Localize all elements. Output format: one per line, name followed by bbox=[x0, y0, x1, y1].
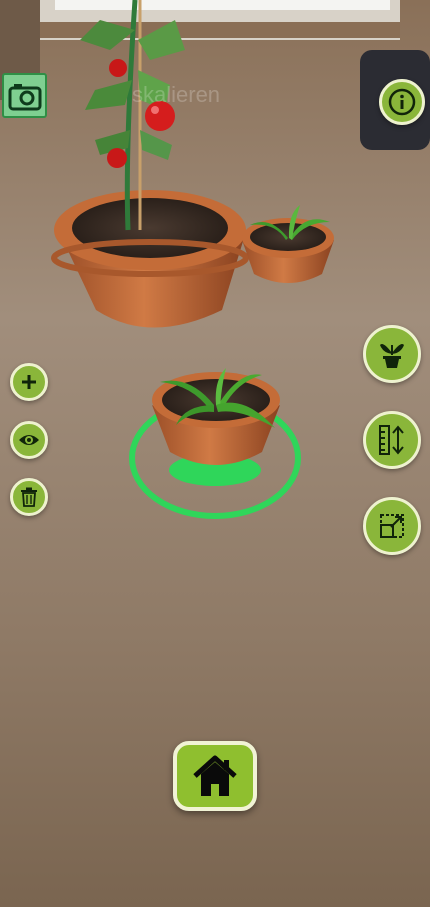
hint-text-faded: skalieren bbox=[132, 82, 221, 107]
trash-icon bbox=[21, 487, 37, 507]
scale-button[interactable] bbox=[363, 497, 421, 555]
height-ruler-icon bbox=[379, 425, 404, 455]
camera-button[interactable] bbox=[2, 73, 47, 118]
home-button[interactable] bbox=[173, 741, 257, 811]
delete-button[interactable] bbox=[10, 478, 48, 516]
potted-plant-icon bbox=[380, 344, 404, 368]
info-button[interactable] bbox=[379, 79, 425, 125]
add-button[interactable] bbox=[10, 363, 48, 401]
info-icon bbox=[388, 88, 416, 116]
home-icon bbox=[193, 755, 237, 796]
visibility-button[interactable] bbox=[10, 421, 48, 459]
height-adjust-button[interactable] bbox=[363, 411, 421, 469]
window-glass bbox=[55, 0, 390, 10]
seedling-pot-selected bbox=[152, 368, 280, 465]
camera-icon bbox=[8, 83, 41, 110]
plus-icon bbox=[22, 375, 36, 389]
eye-icon bbox=[19, 435, 39, 445]
resize-icon bbox=[380, 514, 404, 538]
plant-selection-button[interactable] bbox=[363, 325, 421, 383]
